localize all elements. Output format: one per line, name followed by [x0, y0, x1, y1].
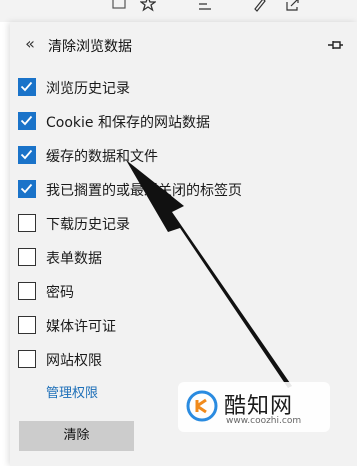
pin-icon[interactable]	[325, 35, 345, 55]
checkbox-checked[interactable]	[18, 180, 36, 198]
clear-button[interactable]: 清除	[19, 421, 134, 451]
option-form-data[interactable]: 表单数据	[18, 246, 338, 268]
coozhi-logo-icon	[186, 390, 218, 422]
option-label: 浏览历史记录	[46, 81, 130, 97]
option-tabs-set-aside[interactable]: 我已搁置的或最近关闭的标签页	[18, 178, 338, 200]
share-icon[interactable]	[284, 0, 302, 14]
option-label: 网站权限	[46, 353, 102, 369]
notes-pen-icon[interactable]	[251, 0, 269, 14]
panel-title: 清除浏览数据	[48, 39, 132, 55]
checkbox-checked[interactable]	[18, 146, 36, 164]
option-download-history[interactable]: 下载历史记录	[18, 212, 338, 234]
checkbox-checked[interactable]	[18, 78, 36, 96]
option-label: 密码	[46, 285, 74, 301]
option-label: 下载历史记录	[46, 217, 130, 233]
checkbox-unchecked[interactable]	[18, 350, 36, 368]
reading-view-icon[interactable]	[110, 0, 128, 14]
manage-permissions-link[interactable]: 管理权限	[46, 382, 98, 401]
browser-window: « 清除浏览数据 浏览历史记录 Cookie 和保存的网站数据 缓存的数据和文件	[0, 0, 357, 466]
back-button[interactable]: «	[20, 34, 40, 54]
option-cookies[interactable]: Cookie 和保存的网站数据	[18, 110, 338, 132]
option-media-licenses[interactable]: 媒体许可证	[18, 314, 338, 336]
panel-header: « 清除浏览数据	[10, 22, 357, 68]
watermark-url: www.coozhi.com	[226, 416, 302, 426]
checkbox-unchecked[interactable]	[18, 214, 36, 232]
option-browsing-history[interactable]: 浏览历史记录	[18, 76, 338, 98]
favorites-hub-icon[interactable]	[196, 0, 214, 14]
option-site-permissions[interactable]: 网站权限	[18, 348, 338, 370]
option-label: 我已搁置的或最近关闭的标签页	[46, 183, 242, 199]
checkbox-unchecked[interactable]	[18, 248, 36, 266]
option-label: 媒体许可证	[46, 319, 116, 335]
option-label: 缓存的数据和文件	[46, 149, 158, 165]
option-passwords[interactable]: 密码	[18, 280, 338, 302]
checkbox-unchecked[interactable]	[18, 282, 36, 300]
watermark: 酷知网 www.coozhi.com	[178, 382, 330, 432]
option-cached-data[interactable]: 缓存的数据和文件	[18, 144, 338, 166]
option-label: 表单数据	[46, 251, 102, 267]
favorite-star-icon[interactable]	[139, 0, 157, 14]
checkbox-unchecked[interactable]	[18, 316, 36, 334]
browser-toolbar	[0, 0, 357, 23]
option-label: Cookie 和保存的网站数据	[46, 115, 210, 131]
checkbox-checked[interactable]	[18, 112, 36, 130]
